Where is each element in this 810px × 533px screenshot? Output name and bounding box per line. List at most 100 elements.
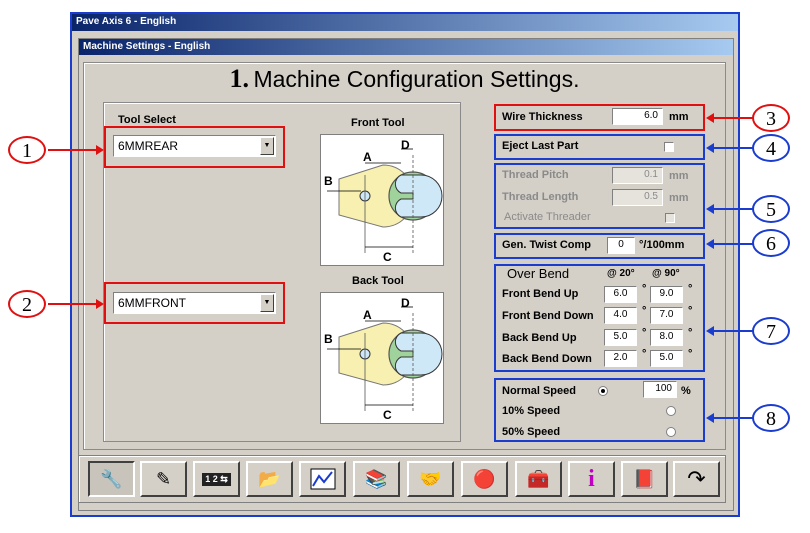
thread-pitch-label: Thread Pitch: [502, 169, 569, 181]
front-tool-diagram: A D B C: [320, 134, 444, 266]
help-book-button[interactable]: 📕: [621, 461, 668, 497]
twist-unit: °/100mm: [639, 239, 685, 251]
activate-threader-label: Activate Threader: [504, 211, 591, 223]
front-tool-dropdown[interactable]: 6MMREAR ▼: [113, 135, 276, 157]
front-bend-down-90-input[interactable]: 7.0: [650, 307, 683, 324]
title-text: Machine Configuration Settings.: [253, 66, 580, 92]
front-bend-down-20-input[interactable]: 4.0: [604, 307, 637, 324]
back-bend-down-20-input[interactable]: 2.0: [604, 350, 637, 367]
normal-speed-radio[interactable]: [598, 386, 608, 396]
arrowhead-icon: [706, 143, 714, 153]
front-tool-caption: Front Tool: [351, 117, 405, 129]
back-tool-diagram: A D B C: [320, 292, 444, 424]
overbend-title: Over Bend: [507, 266, 570, 281]
arrowhead-icon: [96, 299, 104, 309]
eject-label: Eject Last Part: [502, 140, 579, 152]
degree-mark: °: [642, 283, 647, 295]
alarm-button[interactable]: 🔴: [461, 461, 508, 497]
overbend-col-90: @ 90°: [652, 268, 680, 279]
wire-thickness-label: Wire Thickness: [502, 111, 583, 123]
activate-threader-checkbox[interactable]: [665, 213, 675, 223]
callout-6: 6: [752, 229, 790, 257]
back-bend-up-90-input[interactable]: 8.0: [650, 329, 683, 346]
arrowhead-icon: [706, 413, 714, 423]
books-icon: 📚: [365, 468, 388, 489]
outer-title-bar: Pave Axis 6 - English: [72, 14, 738, 31]
chevron-down-icon[interactable]: ▼: [260, 137, 274, 155]
thread-length-input[interactable]: 0.5: [612, 189, 663, 206]
diagram-d: D: [401, 138, 410, 152]
toolbox-button[interactable]: 🧰: [515, 461, 562, 497]
thread-length-label: Thread Length: [502, 191, 579, 203]
callout-5: 5: [752, 195, 790, 223]
degree-mark: °: [642, 327, 647, 339]
diagram-c: C: [383, 250, 392, 264]
handshake-icon: 🤝: [419, 468, 442, 489]
back-bend-up-label: Back Bend Up: [502, 332, 577, 344]
info-button[interactable]: i: [568, 461, 615, 497]
callout-5-arrow: [713, 208, 753, 210]
tool-select-label: Tool Select: [118, 114, 176, 126]
library-button[interactable]: 📚: [353, 461, 400, 497]
wrench-icon: 🔧: [100, 468, 123, 489]
curved-arrow-icon: ↷: [687, 466, 706, 491]
callout-1: 1: [8, 136, 46, 164]
open-folder-button[interactable]: 📂: [246, 461, 293, 497]
wire-thickness-input[interactable]: 6.0: [612, 108, 663, 125]
help-book-icon: 📕: [633, 468, 656, 489]
toolbox-icon: 🧰: [527, 468, 550, 489]
twist-label: Gen. Twist Comp: [502, 239, 592, 251]
sequence-button[interactable]: 1 2 ⇆: [193, 461, 240, 497]
info-icon: i: [588, 465, 595, 492]
pencil-paper-icon: ✎: [155, 468, 172, 489]
callout-8: 8: [752, 404, 790, 432]
callout-4: 4: [752, 134, 790, 162]
normal-speed-input[interactable]: 100: [643, 381, 677, 398]
degree-mark: °: [688, 348, 693, 360]
callout-2: 2: [8, 290, 46, 318]
graph-button[interactable]: [299, 461, 346, 497]
diagram-d: D: [401, 296, 410, 310]
callout-7-arrow: [713, 330, 753, 332]
speed-50-label: 50% Speed: [502, 426, 561, 438]
back-tool-value: 6MMFRONT: [118, 296, 186, 310]
front-tool-value: 6MMREAR: [118, 139, 179, 153]
arrowhead-icon: [706, 239, 714, 249]
wire-thickness-unit: mm: [669, 111, 689, 123]
degree-mark: °: [688, 327, 693, 339]
callout-7: 7: [752, 317, 790, 345]
diagram-c: C: [383, 408, 392, 422]
diagram-b: B: [324, 332, 333, 346]
callout-6-arrow: [713, 243, 753, 245]
front-bend-up-90-input[interactable]: 9.0: [650, 286, 683, 303]
tool-diagram-icon: A D B C: [324, 138, 443, 264]
front-bend-up-label: Front Bend Up: [502, 288, 579, 300]
callout-3-arrow: [713, 117, 753, 119]
diagram-a: A: [363, 150, 372, 164]
title-number: 1.: [229, 64, 250, 93]
back-bend-up-20-input[interactable]: 5.0: [604, 329, 637, 346]
speed-10-label: 10% Speed: [502, 405, 561, 417]
sequence-icon: 1 2 ⇆: [202, 472, 231, 486]
thread-length-unit: mm: [669, 192, 689, 204]
speed-50-radio[interactable]: [666, 427, 676, 437]
settings-wrench-button[interactable]: 🔧: [88, 461, 135, 497]
callout-8-arrow: [713, 417, 753, 419]
degree-mark: °: [688, 305, 693, 317]
handshake-button[interactable]: 🤝: [407, 461, 454, 497]
normal-speed-unit: %: [681, 385, 691, 397]
thread-pitch-input[interactable]: 0.1: [612, 167, 663, 184]
back-tool-dropdown[interactable]: 6MMFRONT ▼: [113, 292, 276, 314]
edit-button[interactable]: ✎: [140, 461, 187, 497]
exit-arrow-button[interactable]: ↷: [673, 461, 720, 497]
inner-title-bar: Machine Settings - English: [79, 39, 733, 55]
degree-mark: °: [688, 283, 693, 295]
front-bend-up-20-input[interactable]: 6.0: [604, 286, 637, 303]
twist-input[interactable]: 0: [607, 237, 635, 254]
speed-10-radio[interactable]: [666, 406, 676, 416]
arrowhead-icon: [706, 204, 714, 214]
callout-3: 3: [752, 104, 790, 132]
chevron-down-icon[interactable]: ▼: [260, 294, 274, 312]
eject-checkbox[interactable]: [664, 142, 674, 152]
back-bend-down-90-input[interactable]: 5.0: [650, 350, 683, 367]
